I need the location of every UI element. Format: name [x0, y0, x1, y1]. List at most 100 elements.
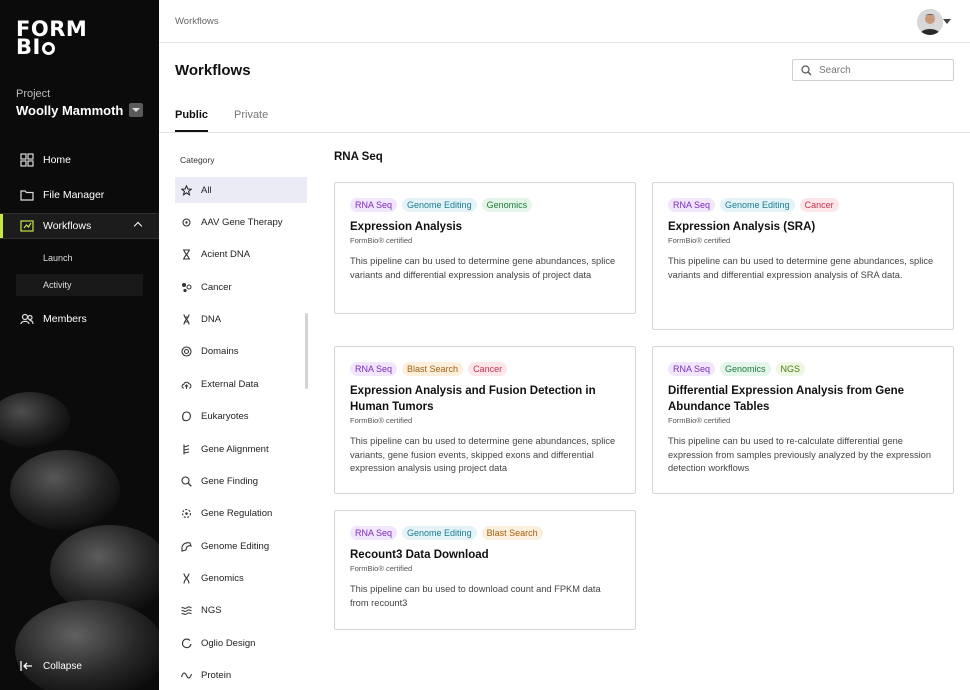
- card-title: Expression Analysis: [350, 221, 463, 233]
- wave-icon: [181, 605, 192, 616]
- tag-badge: Genome Editing: [402, 526, 477, 540]
- grid-icon: [20, 153, 34, 167]
- top-bar: Workflows: [159, 0, 970, 43]
- search-input[interactable]: [819, 64, 939, 76]
- workflow-card[interactable]: RNA Seq Genome Editing Cancer Expression…: [652, 182, 954, 330]
- category-item-gene-finding[interactable]: Gene Finding: [175, 468, 307, 494]
- sidebar-subitem-activity[interactable]: Activity: [16, 274, 143, 296]
- alignment-icon: [181, 444, 192, 455]
- tag-list: RNA Seq Genome Editing Blast Search: [350, 526, 620, 540]
- tag-list: RNA Seq Genomics NGS: [668, 362, 938, 376]
- tab-public[interactable]: Public: [175, 109, 208, 121]
- category-heading: Category: [180, 155, 215, 165]
- logo-text-line2: BI: [16, 35, 41, 59]
- category-label: Gene Finding: [201, 475, 259, 487]
- members-icon: [20, 312, 34, 326]
- protein-icon: [180, 670, 193, 681]
- category-item-protein[interactable]: Protein: [175, 662, 307, 688]
- sidebar-item-home[interactable]: Home: [0, 147, 159, 173]
- category-item-eukaryotes[interactable]: Eukaryotes: [175, 403, 307, 429]
- formbio-logo[interactable]: FORM BI: [16, 19, 87, 59]
- card-description: This pipeline can bu used to determine g…: [668, 256, 934, 280]
- sidebar-item-members[interactable]: Members: [0, 306, 159, 332]
- hourglass-icon: [181, 248, 192, 260]
- tag-list: RNA Seq Genome Editing Cancer: [668, 198, 938, 212]
- workflow-icon: [20, 219, 34, 233]
- certified-label: FormBio® certified: [350, 236, 413, 245]
- tag-badge: Cancer: [799, 198, 839, 212]
- certified-label: FormBio® certified: [668, 416, 731, 425]
- category-label: Cancer: [201, 281, 232, 293]
- project-dropdown-icon[interactable]: [129, 103, 143, 117]
- target-icon: [181, 345, 192, 357]
- sidebar-item-workflows[interactable]: Workflows: [0, 213, 159, 239]
- folder-icon: [20, 188, 34, 202]
- category-label: Eukaryotes: [201, 410, 249, 422]
- magnifier-icon: [181, 475, 192, 487]
- collapse-arrow-icon: [20, 661, 32, 671]
- category-item-genomics[interactable]: Genomics: [175, 565, 307, 591]
- tag-badge: RNA Seq: [350, 198, 398, 212]
- category-item-gene-alignment[interactable]: Gene Alignment: [175, 436, 307, 462]
- category-item-cancer[interactable]: Cancer: [175, 274, 307, 300]
- category-label: External Data: [201, 378, 259, 390]
- category-item-ngs[interactable]: NGS: [175, 597, 307, 623]
- tag-badge: RNA Seq: [668, 198, 716, 212]
- sidebar-subitem-launch[interactable]: Launch: [16, 247, 143, 269]
- category-item-all[interactable]: All: [175, 177, 307, 203]
- tab-private[interactable]: Private: [234, 109, 268, 121]
- category-label: Acient DNA: [201, 248, 251, 260]
- workflow-card[interactable]: RNA Seq Blast Search Cancer Expression A…: [334, 346, 636, 494]
- card-title: Expression Analysis and Fusion Detection…: [350, 385, 596, 413]
- workflow-card[interactable]: RNA Seq Genome Editing Blast Search Reco…: [334, 510, 636, 630]
- certified-label: FormBio® certified: [668, 236, 731, 245]
- category-item-dna[interactable]: DNA: [175, 306, 307, 332]
- collapse-label: Collapse: [43, 660, 82, 672]
- card-title: Recount3 Data Download: [350, 549, 489, 561]
- certified-label: FormBio® certified: [350, 564, 413, 573]
- search-box[interactable]: [792, 59, 954, 81]
- tabs-divider: [159, 132, 970, 133]
- category-label: Oglio Design: [201, 637, 256, 649]
- virus-icon: [181, 217, 192, 228]
- category-item-gene-regulation[interactable]: Gene Regulation: [175, 500, 307, 526]
- tag-badge: RNA Seq: [350, 362, 398, 376]
- dna-icon: [181, 572, 192, 584]
- star-icon: [180, 184, 193, 196]
- category-item-genome-editing[interactable]: Genome Editing: [175, 533, 307, 559]
- card-description: This pipeline can bu used to download co…: [350, 584, 601, 608]
- user-avatar-icon: [917, 9, 943, 35]
- search-icon: [801, 64, 812, 75]
- category-item-external-data[interactable]: External Data: [175, 371, 307, 397]
- category-item-aav-gene-therapy[interactable]: AAV Gene Therapy: [175, 209, 307, 235]
- tag-list: RNA Seq Blast Search Cancer: [350, 362, 620, 376]
- tag-badge: NGS: [775, 362, 806, 376]
- collapse-button[interactable]: Collapse: [20, 660, 82, 672]
- tag-badge: Blast Search: [481, 526, 543, 540]
- avatar[interactable]: [917, 9, 943, 35]
- dna-icon: [181, 313, 192, 325]
- tag-list: RNA Seq Genome Editing Genomics: [350, 198, 620, 212]
- category-item-acient-dna[interactable]: Acient DNA: [175, 241, 307, 267]
- category-item-domains[interactable]: Domains: [175, 338, 307, 364]
- category-label: All: [201, 184, 212, 196]
- avatar-dropdown-icon[interactable]: [943, 19, 951, 24]
- certified-label: FormBio® certified: [350, 416, 413, 425]
- project-name[interactable]: Woolly Mammoth: [16, 103, 123, 118]
- category-label: Gene Regulation: [201, 507, 273, 519]
- workflow-card[interactable]: RNA Seq Genome Editing Genomics Expressi…: [334, 182, 636, 314]
- chevron-up-icon[interactable]: [133, 221, 143, 231]
- sidebar-decorative-art: [0, 392, 159, 690]
- sidebar-item-file-manager[interactable]: File Manager: [0, 182, 159, 208]
- workflow-card[interactable]: RNA Seq Genomics NGS Differential Expres…: [652, 346, 954, 494]
- breadcrumb[interactable]: Workflows: [175, 16, 219, 27]
- category-label: DNA: [201, 313, 222, 325]
- category-scrollbar[interactable]: [305, 313, 308, 389]
- tag-badge: Genomics: [720, 362, 771, 376]
- tag-badge: Cancer: [468, 362, 508, 376]
- category-item-oglio-design[interactable]: Oglio Design: [175, 630, 307, 656]
- project-label: Project: [16, 88, 51, 100]
- tag-badge: Genomics: [481, 198, 533, 212]
- sidebar-item-label: Workflows: [43, 220, 92, 232]
- tag-badge: Blast Search: [402, 362, 464, 376]
